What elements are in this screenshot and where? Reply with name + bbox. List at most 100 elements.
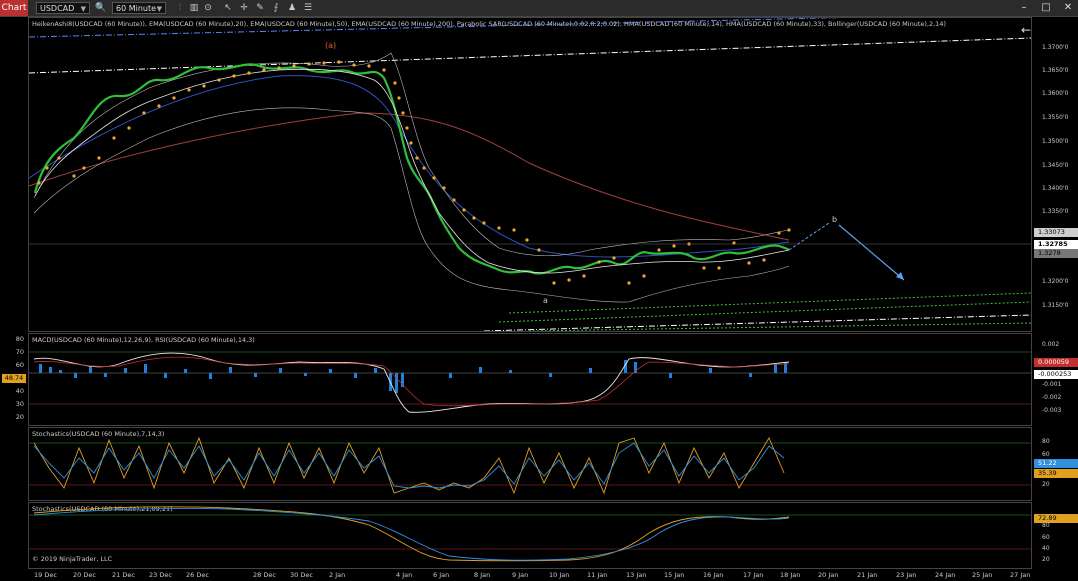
stoch-slow-axis: 80 60 40 20 <box>1034 502 1078 569</box>
price-tick: 1.3200'0 <box>1042 278 1069 285</box>
stoch-tick: 80 <box>1042 522 1050 529</box>
rsi-tick: 40 <box>15 387 24 395</box>
stoch-fast-svg <box>29 436 1031 495</box>
projection-dashed-line <box>788 222 830 251</box>
time-tick: 30 Dec <box>290 571 313 579</box>
stoch-slow-svg <box>29 506 1031 562</box>
time-tick: 20 Dec <box>73 571 96 579</box>
macd-line <box>33 352 790 413</box>
price-box-low: 1.3278 <box>1034 249 1078 258</box>
title-bar: Chart USDCAD ▼ 🔍 60 Minute ▼ ⫶ ▥ ⊙ ↖ ✛ ✎… <box>0 0 1078 17</box>
time-tick: 11 Jan <box>587 571 608 579</box>
period-value: 60 Minute <box>116 4 157 13</box>
ema200-line <box>29 112 790 241</box>
macd-tick: -0.003 <box>1042 407 1062 414</box>
minimize-icon[interactable]: – <box>1016 0 1032 16</box>
wave-label-b: b <box>832 215 838 224</box>
time-tick: 10 Jan <box>549 571 570 579</box>
price-chart-svg <box>29 18 1031 331</box>
chart-tab[interactable]: Chart <box>0 0 28 16</box>
price-tick: 1.3600'0 <box>1042 90 1069 97</box>
time-tick: 20 Jan <box>818 571 839 579</box>
close-icon[interactable]: ✕ <box>1060 0 1076 16</box>
strategies-icon[interactable]: ♟ <box>286 1 298 15</box>
time-tick: 26 Dec <box>186 571 209 579</box>
search-icon[interactable]: 🔍 <box>95 1 107 15</box>
time-tick: 18 Jan <box>780 571 801 579</box>
time-tick: 2 Jan <box>329 571 346 579</box>
chevron-down-icon: ▼ <box>80 5 86 13</box>
macd-tick: 0.002 <box>1042 341 1060 348</box>
projection-arrow-line <box>838 224 905 281</box>
stoch-fast-d-box: 51.22 <box>1034 459 1078 468</box>
stoch-tick: 60 <box>1042 451 1050 458</box>
green-channel-line-2 <box>508 292 1031 314</box>
price-tick: 1.3650'0 <box>1042 67 1069 74</box>
time-tick: 19 Dec <box>34 571 57 579</box>
wave-label-a: a <box>543 296 548 305</box>
instrument-selector[interactable]: USDCAD ▼ <box>36 2 90 14</box>
price-panel[interactable]: HeikenAshi8(USDCAD (60 Minute)), EMA(USD… <box>28 17 1032 332</box>
time-tick: 21 Dec <box>112 571 135 579</box>
stoch-slow-d-line <box>33 507 790 561</box>
macd-signal-line <box>33 356 790 407</box>
resistance-channel-line <box>29 37 1031 74</box>
macd-tick: -0.001 <box>1042 381 1062 388</box>
pointer-icon[interactable]: ↖ <box>222 1 234 15</box>
chart-style-icon[interactable]: ▥ <box>188 1 200 15</box>
price-axis: 1.3700'0 1.3650'0 1.3600'0 1.3550'0 1.35… <box>1034 17 1078 332</box>
price-tick: 1.3500'0 <box>1042 138 1069 145</box>
time-tick: 23 Dec <box>149 571 172 579</box>
macd-axis: 0.002 -0.001 -0.002 -0.003 <box>1034 333 1078 426</box>
stoch-fast-d-line <box>33 442 785 489</box>
time-tick: 16 Jan <box>703 571 724 579</box>
chevron-down-icon: ▼ <box>156 5 162 13</box>
stochastics-fast-panel[interactable]: Stochastics(USDCAD (60 Minute),7,14,3) <box>28 427 1032 501</box>
bollinger-lower <box>33 107 790 303</box>
zoom-icon[interactable]: ⊙ <box>202 1 214 15</box>
rsi-tick: 20 <box>15 413 24 421</box>
macd-rsi-svg <box>29 351 1031 413</box>
rsi-tick: 60 <box>15 361 24 369</box>
price-tick: 1.3450'0 <box>1042 162 1069 169</box>
stochastics-slow-panel[interactable]: Stochastics(USDCAD (60 Minute),21,09,21)… <box>28 502 1032 569</box>
macd-signal-box: -0.000253 <box>1034 370 1078 379</box>
copyright-label: © 2019 NinjaTrader, LLC <box>32 555 113 563</box>
drawing-tool-icon[interactable]: ✎ <box>254 1 266 15</box>
macd-value-box: 0.000059 <box>1034 358 1078 367</box>
time-tick: 28 Dec <box>253 571 276 579</box>
time-tick: 23 Jan <box>896 571 917 579</box>
time-tick: 17 Jan <box>743 571 764 579</box>
time-axis: 19 Dec 20 Dec 21 Dec 23 Dec 26 Dec 28 De… <box>28 570 1032 581</box>
price-tick: 1.3150'0 <box>1042 302 1069 309</box>
period-selector[interactable]: 60 Minute ▼ <box>112 2 166 14</box>
back-arrow-icon[interactable]: ← <box>1018 22 1034 38</box>
time-tick: 9 Jan <box>512 571 529 579</box>
rsi-tick: 80 <box>15 335 24 343</box>
price-tick: 1.3400'0 <box>1042 185 1069 192</box>
green-channel-line-1 <box>498 301 1031 323</box>
upper-channel-line <box>29 18 844 38</box>
macd-tick: -0.002 <box>1042 394 1062 401</box>
properties-icon[interactable]: ☰ <box>302 1 314 15</box>
price-tick: 1.3550'0 <box>1042 114 1069 121</box>
time-tick: 24 Jan <box>935 571 956 579</box>
support-channel-line <box>483 314 1031 331</box>
indicators-icon[interactable]: ⨍ <box>270 1 282 15</box>
time-tick: 13 Jan <box>626 571 647 579</box>
stoch-tick: 20 <box>1042 556 1050 563</box>
time-tick: 25 Jan <box>972 571 993 579</box>
time-tick: 21 Jan <box>857 571 878 579</box>
macd-histogram <box>39 360 787 393</box>
price-box-high: 1.33073 <box>1034 228 1078 237</box>
macd-rsi-panel[interactable]: MACD(USDCAD (60 Minute),12,26,9), RSI(US… <box>28 333 1032 426</box>
stoch-tick: 20 <box>1042 481 1050 488</box>
time-tick: 6 Jan <box>433 571 450 579</box>
stoch-fast-k-box: 35.39 <box>1034 469 1078 478</box>
crosshair-icon[interactable]: ✛ <box>238 1 250 15</box>
bar-type-icon[interactable]: ⫶ <box>174 1 186 15</box>
time-tick: 27 Jan <box>1010 571 1031 579</box>
maximize-icon[interactable]: □ <box>1038 0 1054 16</box>
projection-arrowhead <box>896 272 904 280</box>
time-tick: 15 Jan <box>664 571 685 579</box>
